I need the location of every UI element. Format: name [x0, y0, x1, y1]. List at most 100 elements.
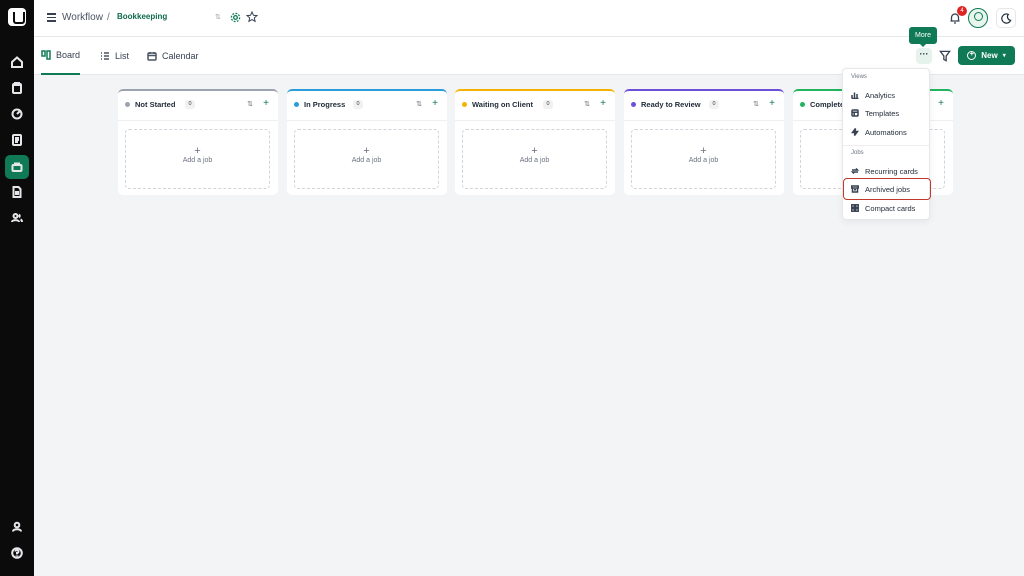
- status-dot: [462, 102, 467, 107]
- sort-icon[interactable]: ⇅: [584, 100, 590, 108]
- add-job-label: Add a job: [351, 157, 382, 164]
- breadcrumb-current: Bookkeeping: [117, 12, 168, 21]
- board-switcher-icon[interactable]: ⇅: [215, 13, 221, 21]
- menu-item-templates[interactable]: Templates: [851, 106, 929, 120]
- add-column-job-icon[interactable]: +: [432, 98, 438, 109]
- list-icon: [101, 52, 109, 60]
- users-icon[interactable]: [7, 208, 27, 228]
- column-title: In Progress: [304, 100, 346, 109]
- add-column-job-icon[interactable]: +: [263, 98, 269, 109]
- plus-circle-icon: +: [967, 51, 977, 60]
- status-dot: [800, 102, 805, 107]
- add-job-button[interactable]: + Add a job: [125, 129, 270, 189]
- board-column: Waiting on Client 0 ⇅ + + Add a job: [455, 89, 615, 195]
- sort-icon[interactable]: ⇅: [753, 100, 759, 108]
- help-icon[interactable]: [7, 543, 27, 563]
- breadcrumb-workflow[interactable]: Workflow: [62, 12, 103, 23]
- plus-icon: +: [194, 145, 201, 157]
- templates-icon: [851, 109, 859, 117]
- more-tooltip: More: [909, 27, 937, 47]
- add-job-button[interactable]: + Add a job: [294, 129, 439, 189]
- app-logo[interactable]: [8, 8, 26, 26]
- column-header: Not Started 0 ⇅ +: [118, 91, 278, 121]
- sort-icon[interactable]: ⇅: [416, 100, 422, 108]
- status-dot: [294, 102, 299, 107]
- tab-list-label: List: [115, 51, 130, 61]
- gauge-icon[interactable]: [7, 104, 27, 124]
- column-count-badge: 0: [709, 100, 719, 109]
- notes-icon[interactable]: [7, 130, 27, 150]
- column-count-badge: 0: [353, 100, 363, 109]
- add-job-label: Add a job: [688, 157, 719, 164]
- automations-icon: [851, 128, 859, 136]
- column-title: Waiting on Client: [472, 100, 533, 109]
- column-count-badge: 0: [185, 100, 195, 109]
- theme-toggle-button[interactable]: [996, 8, 1016, 28]
- column-title: Complete: [810, 100, 845, 109]
- menu-item-recurring-cards[interactable]: Recurring cards: [851, 164, 929, 178]
- add-job-button[interactable]: + Add a job: [631, 129, 776, 189]
- top-bar: Workflow / Bookkeeping ⇅ 4: [34, 0, 1024, 37]
- menu-section-jobs: Jobs: [851, 150, 864, 156]
- breadcrumb-separator: /: [107, 12, 110, 23]
- compact-icon: [851, 204, 859, 212]
- add-job-label: Add a job: [519, 157, 550, 164]
- menu-item-compact-cards[interactable]: Compact cards: [851, 201, 929, 215]
- menu-item-label: Templates: [865, 108, 900, 118]
- board-column: Not Started 0 ⇅ + + Add a job: [118, 89, 278, 195]
- board-column: Ready to Review 0 ⇅ + + Add a job: [624, 89, 784, 195]
- column-header: Ready to Review 0 ⇅ +: [624, 91, 784, 121]
- clipboard-icon[interactable]: [7, 78, 27, 98]
- notification-badge: 4: [957, 6, 967, 16]
- add-job-label: Add a job: [182, 157, 213, 164]
- home-icon[interactable]: [7, 52, 27, 72]
- tab-board-label: Board: [56, 50, 81, 60]
- column-header: Waiting on Client 0 ⇅ +: [455, 91, 615, 121]
- profile-icon[interactable]: [7, 517, 27, 537]
- board-column: In Progress 0 ⇅ + + Add a job: [287, 89, 447, 195]
- menu-item-label: Compact cards: [865, 203, 916, 213]
- briefcase-icon[interactable]: [5, 155, 29, 179]
- star-icon[interactable]: [246, 11, 258, 23]
- status-dot: [125, 102, 130, 107]
- menu-item-label: Recurring cards: [865, 166, 918, 176]
- gear-icon[interactable]: [230, 12, 241, 23]
- highlight-box: [843, 178, 931, 200]
- more-button[interactable]: ···: [916, 48, 932, 64]
- filter-icon[interactable]: [938, 49, 952, 63]
- menu-item-automations[interactable]: Automations: [851, 125, 929, 139]
- analytics-icon: [851, 92, 859, 99]
- chevron-down-icon: ▾: [1002, 53, 1006, 59]
- sort-icon[interactable]: ⇅: [247, 100, 253, 108]
- tab-board[interactable]: Board: [41, 37, 81, 75]
- status-dot: [631, 102, 636, 107]
- avatar[interactable]: [968, 8, 988, 28]
- calendar-icon: [147, 52, 157, 61]
- column-count-badge: 0: [543, 100, 553, 109]
- board-icon: [41, 50, 51, 60]
- recurring-icon: [851, 167, 859, 175]
- plus-icon: +: [363, 145, 370, 157]
- menu-item-analytics[interactable]: Analytics: [851, 88, 929, 102]
- menu-section-views: Views: [851, 74, 867, 80]
- add-job-button[interactable]: + Add a job: [462, 129, 607, 189]
- plus-icon: +: [700, 145, 707, 157]
- sidebar: [0, 0, 34, 576]
- document-icon[interactable]: [7, 182, 27, 202]
- new-button-label: New: [981, 51, 998, 60]
- tab-list[interactable]: List: [100, 37, 129, 75]
- new-button[interactable]: + New ▾: [958, 46, 1015, 65]
- column-title: Ready to Review: [641, 100, 701, 109]
- menu-item-label: Analytics: [865, 90, 896, 100]
- add-column-job-icon[interactable]: +: [600, 98, 606, 109]
- add-column-job-icon[interactable]: +: [938, 98, 944, 109]
- tab-calendar[interactable]: Calendar: [147, 37, 199, 75]
- column-header: In Progress 0 ⇅ +: [287, 91, 447, 121]
- tab-calendar-label: Calendar: [162, 51, 199, 61]
- menu-divider: [843, 145, 929, 146]
- column-title: Not Started: [135, 100, 176, 109]
- hamburger-menu-icon[interactable]: [47, 13, 56, 22]
- add-column-job-icon[interactable]: +: [769, 98, 775, 109]
- moon-icon: [1000, 12, 1011, 24]
- plus-icon: +: [531, 145, 538, 157]
